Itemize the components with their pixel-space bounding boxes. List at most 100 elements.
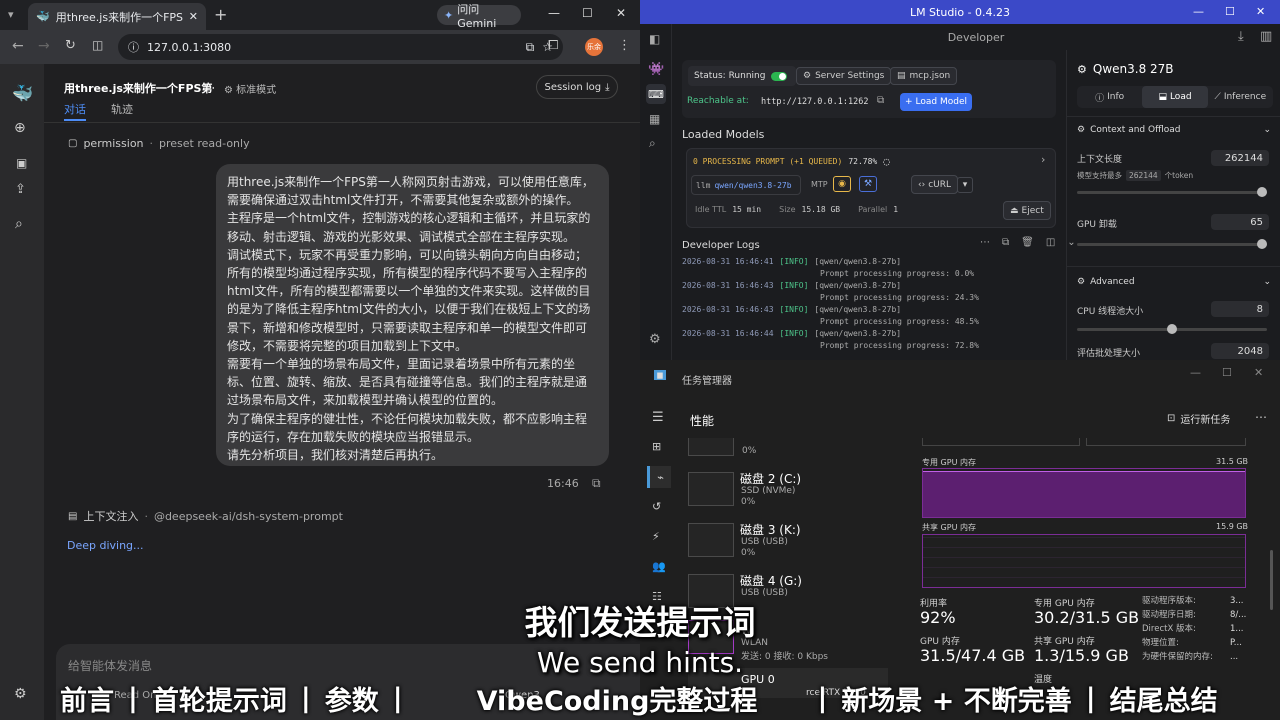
ctx-len-field[interactable]: 262144 <box>1211 150 1269 166</box>
curl-chevron-icon[interactable]: ▾ <box>957 177 973 193</box>
lm-close-icon[interactable]: ✕ <box>1256 5 1265 18</box>
size-label: Size <box>779 205 796 214</box>
lm-discover-icon[interactable]: ⌕ <box>649 136 656 151</box>
disk-item[interactable]: 磁盘 3 (K:) USB (USB) 0% <box>688 521 878 569</box>
session-log-button[interactable]: Session log ⤓ <box>536 75 618 99</box>
performance-icon[interactable]: ⌁ <box>647 466 671 488</box>
new-tab-icon[interactable]: + <box>214 5 227 24</box>
mcp-button[interactable]: ▤ mcp.json <box>890 67 958 85</box>
install-icon[interactable]: ⧉ <box>526 40 535 55</box>
history-icon[interactable]: ↺ <box>652 500 661 513</box>
disk-graph-thumb <box>688 472 734 506</box>
batch-field[interactable]: 2048 <box>1211 343 1269 359</box>
browser-tab[interactable]: 🐳 用three.js来制作一个FPS第一人 ✕ <box>28 3 206 30</box>
tm-close-icon[interactable]: ✕ <box>1254 366 1263 379</box>
search-icon[interactable]: ⌕ <box>15 216 23 232</box>
chapter-separator: | <box>1085 682 1096 714</box>
curl-label: cURL <box>928 179 952 190</box>
panel-tab-load[interactable]: ⬓ Load <box>1142 86 1208 108</box>
processes-icon[interactable]: ⊞ <box>652 440 661 453</box>
advanced-header[interactable]: ⚙ Advanced ⌄ <box>1077 277 1271 287</box>
curl-button[interactable]: ‹› cURL <box>911 175 959 194</box>
close-icon[interactable]: ✕ <box>189 10 198 23</box>
layers-icon[interactable]: ▣ <box>16 156 27 170</box>
load-model-button[interactable]: + Load Model <box>900 93 972 111</box>
log-cont: Prompt processing progress: 48.5% <box>820 317 979 326</box>
log-entry: 2026-08-31 16:46:41 [INFO] [qwen/qwen3.8-2… <box>682 256 1056 268</box>
run-new-task-button[interactable]: ⊡ 运行新任务 <box>1167 411 1230 426</box>
cpu-threads-slider-knob[interactable] <box>1167 324 1177 334</box>
tm-maximize-icon[interactable]: ☐ <box>1222 366 1232 379</box>
ctx-len-slider[interactable] <box>1077 187 1267 197</box>
lm-chat-icon[interactable]: 👾 <box>648 62 664 77</box>
gpu-offload-slider-knob[interactable] <box>1257 239 1267 249</box>
hamburger-icon[interactable]: ☰ <box>652 410 664 425</box>
address-bar[interactable]: ⓘ 127.0.0.1:3080 ⧉ ☆ <box>118 34 563 60</box>
message-time: 16:46 <box>547 477 579 490</box>
lm-sidebar: ◧ 👾 ⌨ ▦ ⌕ ⚙ <box>640 24 672 360</box>
parallel-value: 1 <box>893 205 899 214</box>
split-view-icon[interactable]: ◫ <box>92 38 103 52</box>
expand-icon[interactable]: ◫ <box>1046 237 1055 248</box>
panel-tab-info[interactable]: ⓘ Info <box>1077 86 1142 108</box>
panel-tab-inference[interactable]: ⟋ Inference <box>1208 86 1273 108</box>
message-paragraph: 请先分析项目，我们核对清楚后再执行。 <box>227 448 444 463</box>
window-close-icon[interactable]: ✕ <box>616 6 626 20</box>
disk-item[interactable]: 0% <box>688 438 878 460</box>
profile-avatar[interactable]: 乐余 <box>585 38 603 56</box>
more-icon[interactable]: ⋯ <box>1255 410 1267 424</box>
context-inject-label: 上下文注入 <box>83 510 139 523</box>
copy-logs-icon[interactable]: ⧉ <box>1002 237 1009 248</box>
eye-icon[interactable]: ◉ <box>833 176 851 192</box>
reachable-url[interactable]: http://127.0.0.1:1262 <box>761 97 868 107</box>
forward-icon[interactable]: → <box>38 38 50 54</box>
shared-mem-label: 共享 GPU 内存 <box>922 523 976 532</box>
gemini-button[interactable]: ✦ 问问 Gemini <box>437 3 521 30</box>
maximize-icon[interactable]: ☐ <box>582 6 593 20</box>
status-toggle[interactable] <box>771 71 788 81</box>
chevron-right-icon[interactable]: › <box>1041 153 1045 166</box>
copy-icon[interactable]: ⧉ <box>592 476 601 491</box>
reload-icon[interactable]: ↻ <box>65 38 76 53</box>
lm-models-icon[interactable]: ▦ <box>649 112 660 126</box>
back-icon[interactable]: ← <box>12 38 24 54</box>
users-icon[interactable]: 👥 <box>652 560 666 573</box>
message-paragraph: 需要有一个单独的场景布局文件，里面记录着场景中所有元素的坐标、位置、旋转、缩放、… <box>227 357 588 408</box>
disk-item[interactable]: 磁盘 2 (C:) SSD (NVMe) 0% <box>688 470 878 518</box>
load-icon: ⬓ <box>1158 92 1167 102</box>
chapter-item: 首轮提示词 <box>151 685 287 717</box>
more-icon[interactable]: ⋯ <box>980 237 990 248</box>
cpu-threads-field[interactable]: 8 <box>1211 301 1269 317</box>
lm-panel-icon[interactable]: ▥ <box>1260 29 1272 44</box>
gear-icon: ⚙ <box>803 71 812 81</box>
copy-url-icon[interactable]: ⧉ <box>877 95 884 106</box>
lm-settings-icon[interactable]: ⚙ <box>649 332 661 347</box>
tab-chat[interactable]: 对话 <box>64 101 86 121</box>
dev-logs-title: Developer Logs <box>682 240 760 251</box>
site-info-icon[interactable]: ⓘ <box>128 39 139 55</box>
extensions-icon[interactable]: ⧠ <box>548 38 558 53</box>
lm-developer-icon[interactable]: ⌨ <box>646 84 666 104</box>
eject-button[interactable]: ⏏ Eject <box>1003 201 1051 220</box>
lm-sidebar-toggle-icon[interactable]: ◧ <box>649 32 660 46</box>
wrench-icon[interactable]: ⚒ <box>859 176 877 192</box>
tab-search-icon[interactable]: ▾ <box>8 8 14 21</box>
context-offload-header[interactable]: ⚙ Context and Offload ⌄ <box>1077 125 1271 135</box>
minimize-icon[interactable]: — <box>548 6 560 20</box>
export-icon[interactable]: ⇪ <box>15 182 26 197</box>
startup-icon[interactable]: ⚡ <box>652 530 660 543</box>
gpu-offload-field[interactable]: 65 <box>1211 214 1269 230</box>
model-id-chip[interactable]: llm qwen/qwen3.8-27b <box>691 175 801 195</box>
ctx-len-slider-knob[interactable] <box>1257 187 1267 197</box>
server-settings-button[interactable]: ⚙ Server Settings <box>796 67 892 85</box>
clear-logs-icon[interactable]: 🗑 <box>1021 237 1034 248</box>
menu-icon[interactable]: ⋮ <box>618 38 631 53</box>
lm-download-icon[interactable]: ⤓ <box>1238 29 1244 44</box>
cpu-threads-slider[interactable] <box>1077 324 1267 334</box>
gpu-offload-slider[interactable] <box>1077 239 1267 249</box>
new-chat-icon[interactable]: ⊕ <box>14 120 26 136</box>
tab-trajectory[interactable]: 轨迹 <box>111 101 133 117</box>
lm-minimize-icon[interactable]: — <box>1193 5 1204 18</box>
tm-minimize-icon[interactable]: — <box>1190 366 1201 379</box>
lm-maximize-icon[interactable]: ☐ <box>1225 5 1235 18</box>
